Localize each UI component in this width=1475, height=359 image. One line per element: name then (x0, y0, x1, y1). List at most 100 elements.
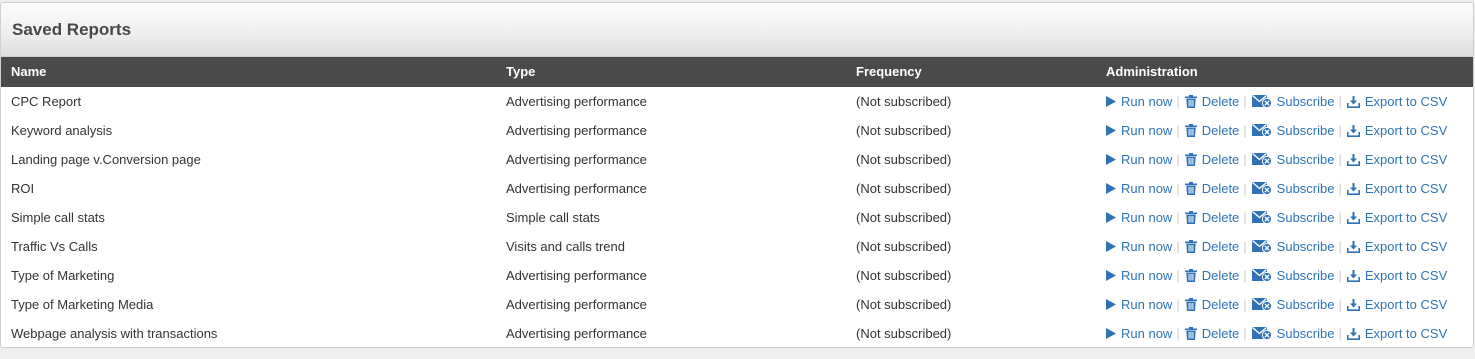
delete-link[interactable]: Delete (1184, 232, 1239, 261)
subscribe-link[interactable]: Subscribe (1251, 261, 1335, 290)
action-separator: | (1176, 268, 1180, 283)
action-separator: | (1338, 297, 1342, 312)
subscribe-label: Subscribe (1276, 268, 1335, 283)
play-icon (1106, 183, 1116, 194)
report-name-cell: Type of Marketing Media (11, 297, 154, 312)
envelope-icon (1251, 153, 1272, 166)
row-actions: Run now | Delete | Subscribe | Export to… (1106, 116, 1473, 145)
report-frequency-cell: (Not subscribed) (856, 94, 952, 109)
run-now-link[interactable]: Run now (1106, 203, 1172, 232)
subscribe-link[interactable]: Subscribe (1251, 319, 1334, 347)
run-now-link[interactable]: Run now (1106, 87, 1172, 116)
run-now-link[interactable]: Run now (1106, 261, 1172, 290)
delete-link[interactable]: Delete (1184, 261, 1239, 290)
subscribe-link[interactable]: Subscribe (1251, 145, 1334, 174)
delete-link[interactable]: Delete (1184, 174, 1240, 203)
report-name-cell: Traffic Vs Calls (11, 239, 98, 254)
delete-link[interactable]: Delete (1184, 87, 1240, 116)
export-csv-link[interactable]: Export to CSV (1346, 116, 1448, 145)
action-separator: | (1243, 326, 1247, 341)
export-csv-label: Export to CSV (1364, 94, 1448, 109)
report-administration-cell: Run now | Delete | Subscribe | Export to… (1096, 290, 1473, 319)
table-body: CPC Report Advertising performance (Not … (1, 87, 1473, 347)
subscribe-link[interactable]: Subscribe (1251, 116, 1334, 145)
action-separator: | (1176, 94, 1180, 109)
subscribe-link[interactable]: Subscribe (1251, 290, 1334, 319)
trash-icon (1184, 298, 1197, 311)
report-type-cell: Advertising performance (506, 326, 647, 341)
action-separator: | (1338, 123, 1342, 138)
delete-label: Delete (1201, 123, 1240, 138)
subscribe-link[interactable]: Subscribe (1251, 232, 1335, 261)
report-frequency-cell: (Not subscribed) (856, 239, 952, 254)
delete-link[interactable]: Delete (1184, 145, 1239, 174)
subscribe-link[interactable]: Subscribe (1251, 174, 1334, 203)
report-name-cell: Webpage analysis with transactions (11, 326, 218, 341)
export-csv-link[interactable]: Export to CSV (1346, 145, 1447, 174)
envelope-icon (1251, 327, 1272, 340)
run-now-link[interactable]: Run now (1106, 116, 1172, 145)
row-actions: Run now | Delete | Subscribe | Export to… (1106, 261, 1473, 290)
subscribe-label: Subscribe (1276, 94, 1335, 109)
export-csv-link[interactable]: Export to CSV (1346, 174, 1447, 203)
column-header-name[interactable]: Name (1, 57, 496, 87)
column-header-type[interactable]: Type (496, 57, 846, 87)
report-type-cell: Simple call stats (506, 210, 600, 225)
envelope-icon (1251, 124, 1272, 137)
export-csv-label: Export to CSV (1364, 123, 1448, 138)
row-actions: Run now | Delete | Subscribe | Export to… (1106, 145, 1473, 174)
column-header-administration: Administration (1106, 64, 1198, 79)
run-now-label: Run now (1121, 210, 1173, 225)
export-csv-link[interactable]: Export to CSV (1346, 319, 1447, 347)
export-csv-link[interactable]: Export to CSV (1346, 261, 1447, 290)
action-separator: | (1338, 152, 1342, 167)
trash-icon (1184, 95, 1197, 108)
report-type-cell: Advertising performance (506, 152, 647, 167)
subscribe-link[interactable]: Subscribe (1251, 203, 1334, 232)
envelope-icon (1251, 298, 1272, 311)
run-now-link[interactable]: Run now (1106, 145, 1172, 174)
subscribe-link[interactable]: Subscribe (1251, 87, 1335, 116)
run-now-label: Run now (1121, 123, 1173, 138)
run-now-link[interactable]: Run now (1106, 232, 1172, 261)
action-separator: | (1243, 123, 1247, 138)
report-administration-cell: Run now | Delete | Subscribe | Export to… (1096, 116, 1473, 145)
action-separator: | (1243, 181, 1247, 196)
report-name-cell: Simple call stats (11, 210, 105, 225)
export-csv-link[interactable]: Export to CSV (1346, 87, 1448, 116)
action-separator: | (1176, 297, 1180, 312)
envelope-icon (1251, 240, 1272, 253)
run-now-label: Run now (1121, 181, 1173, 196)
run-now-label: Run now (1121, 326, 1173, 341)
delete-link[interactable]: Delete (1184, 203, 1239, 232)
delete-link[interactable]: Delete (1184, 116, 1240, 145)
run-now-link[interactable]: Run now (1106, 319, 1173, 347)
export-csv-link[interactable]: Export to CSV (1346, 203, 1448, 232)
reports-table: Name Type Frequency Administration CPC R… (1, 57, 1473, 347)
run-now-link[interactable]: Run now (1106, 290, 1172, 319)
run-now-link[interactable]: Run now (1106, 174, 1172, 203)
play-icon (1106, 328, 1116, 339)
action-separator: | (1243, 152, 1247, 167)
download-icon (1346, 269, 1360, 282)
export-csv-link[interactable]: Export to CSV (1346, 232, 1447, 261)
column-header-frequency[interactable]: Frequency (846, 57, 1096, 87)
report-name-cell: Landing page v.Conversion page (11, 152, 201, 167)
delete-link[interactable]: Delete (1184, 290, 1239, 319)
delete-label: Delete (1201, 94, 1240, 109)
action-separator: | (1176, 326, 1180, 341)
report-administration-cell: Run now | Delete | Subscribe | Export to… (1096, 174, 1473, 203)
subscribe-label: Subscribe (1276, 239, 1335, 254)
delete-label: Delete (1201, 181, 1240, 196)
report-name-cell: Type of Marketing (11, 268, 115, 283)
envelope-icon (1251, 182, 1272, 195)
delete-link[interactable]: Delete (1184, 319, 1239, 347)
export-csv-link[interactable]: Export to CSV (1346, 290, 1447, 319)
trash-icon (1184, 327, 1197, 340)
report-administration-cell: Run now | Delete | Subscribe | Export to… (1096, 145, 1473, 174)
report-type-cell: Visits and calls trend (506, 239, 625, 254)
report-type-cell: Advertising performance (506, 268, 647, 283)
export-csv-label: Export to CSV (1364, 210, 1448, 225)
table-row: Landing page v.Conversion page Advertisi… (1, 145, 1473, 174)
row-actions: Run now | Delete | Subscribe | Export to… (1106, 174, 1473, 203)
